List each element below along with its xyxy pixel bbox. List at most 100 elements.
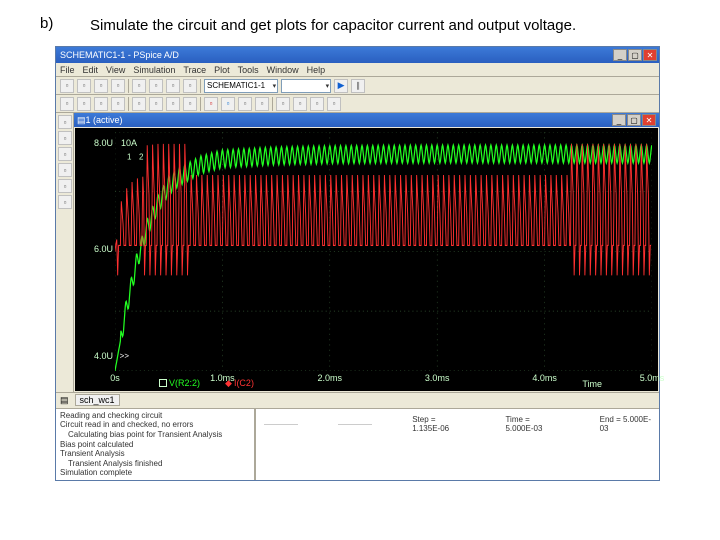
trace-legend: V(R2:2) ◆I(C2) xyxy=(159,378,254,389)
print-icon[interactable]: ▫ xyxy=(111,79,125,93)
undo-icon[interactable]: ▫ xyxy=(183,79,197,93)
grid-icon[interactable]: ▫ xyxy=(255,97,269,111)
output-log[interactable]: Reading and checking circuit Circuit rea… xyxy=(56,409,256,480)
trace-icon[interactable]: ▫ xyxy=(276,97,290,111)
menu-tools[interactable]: Tools xyxy=(238,65,259,75)
sep-icon xyxy=(200,79,201,93)
schematic-dropdown[interactable]: SCHEMATIC1-1 xyxy=(204,79,278,93)
plot-max-button[interactable]: ▢ xyxy=(627,114,641,126)
plot-titlebar: ▤ 1 (active) _ ▢ ✕ xyxy=(74,113,659,127)
red-marker-icon[interactable]: ▫ xyxy=(204,97,218,111)
plot-title: 1 (active) xyxy=(86,115,612,125)
pspice-window: SCHEMATIC1-1 - PSpice A/D _ ▢ ✕ File Edi… xyxy=(55,46,660,481)
tool-5-icon[interactable]: ▫ xyxy=(58,179,72,193)
paste-icon[interactable]: ▫ xyxy=(166,79,180,93)
pause-icon[interactable]: ∥ xyxy=(351,79,365,93)
yleft-mid: 6.0U xyxy=(94,244,113,254)
x-2: 2.0ms xyxy=(318,373,343,383)
titlebar: SCHEMATIC1-1 - PSpice A/D _ ▢ ✕ xyxy=(56,47,659,63)
plot-doc-icon: ▤ xyxy=(77,115,86,126)
legend-i: I(C2) xyxy=(234,378,254,388)
menu-file[interactable]: File xyxy=(60,65,75,75)
tab-schematic[interactable]: sch_wc1 xyxy=(75,394,120,406)
menu-help[interactable]: Help xyxy=(307,65,326,75)
run-button[interactable]: ▶ xyxy=(334,79,348,93)
sep-icon xyxy=(272,97,273,111)
window-title: SCHEMATIC1-1 - PSpice A/D xyxy=(58,50,613,60)
stat-step: Step = 1.135E-06 xyxy=(412,415,465,433)
mark-icon[interactable]: ▫ xyxy=(238,97,252,111)
yleft-top: 8.0U xyxy=(94,138,113,148)
tab-bar: ▤ sch_wc1 xyxy=(56,393,659,409)
toolbar-row-1: ▫ ▫ ▫ ▫ ▫ ▫ ▫ ▫ SCHEMATIC1-1 ▶ ∥ xyxy=(56,77,659,95)
y-axis-labels: 8.0U 10A 6.0U 4.0U >> 1 2 xyxy=(77,128,115,371)
fft-icon[interactable]: ▫ xyxy=(166,97,180,111)
toolbar-row-2: ▫ ▫ ▫ ▫ ▫ ▫ ▫ ▫ ▫ ▫ ▫ ▫ ▫ ▫ ▫ ▫ xyxy=(56,95,659,113)
log-line: Bias point calculated xyxy=(60,440,250,450)
yleft-bot: 4.0U xyxy=(94,351,113,361)
x-0: 0s xyxy=(110,373,120,383)
menu-trace[interactable]: Trace xyxy=(183,65,206,75)
blank-field-1 xyxy=(264,415,298,425)
menu-edit[interactable]: Edit xyxy=(83,65,99,75)
sep-icon xyxy=(128,97,129,111)
log-line: Simulation complete xyxy=(60,468,250,478)
menu-plot[interactable]: Plot xyxy=(214,65,230,75)
pan-icon[interactable]: ▫ xyxy=(111,97,125,111)
zoom-icon[interactable]: ▫ xyxy=(60,97,74,111)
eval-icon[interactable]: ▫ xyxy=(293,97,307,111)
x-5: 5.0ms xyxy=(640,373,665,383)
plot-area[interactable]: 8.0U 10A 6.0U 4.0U >> 1 2 0s 1.0ms 2.0ms xyxy=(75,128,658,391)
x-4: 4.0ms xyxy=(532,373,557,383)
empty-dropdown[interactable] xyxy=(281,79,331,93)
tool-4-icon[interactable]: ▫ xyxy=(58,163,72,177)
tool-1-icon[interactable]: ▫ xyxy=(58,115,72,129)
menu-simulation[interactable]: Simulation xyxy=(133,65,175,75)
legend-v: V(R2:2) xyxy=(169,378,200,388)
menubar: File Edit View Simulation Trace Plot Too… xyxy=(56,63,659,77)
label-icon[interactable]: ▫ xyxy=(327,97,341,111)
log-y-icon[interactable]: ▫ xyxy=(149,97,163,111)
plot-min-button[interactable]: _ xyxy=(612,114,626,126)
chart-svg xyxy=(115,132,652,371)
stat-time: Time = 5.000E-03 xyxy=(505,415,559,433)
tab-doc-icon: ▤ xyxy=(60,395,69,406)
log-line: Transient Analysis finished xyxy=(60,459,250,469)
plot-close-button[interactable]: ✕ xyxy=(642,114,656,126)
blue-marker-icon[interactable]: ▫ xyxy=(221,97,235,111)
perf-icon[interactable]: ▫ xyxy=(183,97,197,111)
new-icon[interactable]: ▫ xyxy=(60,79,74,93)
tool-6-icon[interactable]: ▫ xyxy=(58,195,72,209)
log-line: Calculating bias point for Transient Ana… xyxy=(60,430,250,440)
sep-icon xyxy=(200,97,201,111)
log-line: Reading and checking circuit xyxy=(60,411,250,421)
sep-icon xyxy=(128,79,129,93)
minimize-button[interactable]: _ xyxy=(613,49,627,61)
zoom-area-icon[interactable]: ▫ xyxy=(77,97,91,111)
left-toolbar: ▫ ▫ ▫ ▫ ▫ ▫ xyxy=(56,113,74,392)
x-axis-labels: 0s 1.0ms 2.0ms 3.0ms 4.0ms 5.0ms V(R2:2)… xyxy=(115,373,652,389)
save-icon[interactable]: ▫ xyxy=(94,79,108,93)
menu-view[interactable]: View xyxy=(106,65,125,75)
cut-icon[interactable]: ▫ xyxy=(132,79,146,93)
text-icon[interactable]: ▫ xyxy=(310,97,324,111)
open-icon[interactable]: ▫ xyxy=(77,79,91,93)
copy-icon[interactable]: ▫ xyxy=(149,79,163,93)
stats-panel: Step = 1.135E-06 Time = 5.000E-03 End = … xyxy=(256,409,659,480)
stat-end: End = 5.000E-03 xyxy=(600,415,651,433)
x-3: 3.0ms xyxy=(425,373,450,383)
log-x-icon[interactable]: ▫ xyxy=(132,97,146,111)
zoom-fit-icon[interactable]: ▫ xyxy=(94,97,108,111)
tool-3-icon[interactable]: ▫ xyxy=(58,147,72,161)
x-axis-title: Time xyxy=(582,379,602,389)
question-label: b) xyxy=(40,15,90,36)
log-line: Transient Analysis xyxy=(60,449,250,459)
diamond-icon: ◆ xyxy=(225,378,232,389)
tool-2-icon[interactable]: ▫ xyxy=(58,131,72,145)
maximize-button[interactable]: ▢ xyxy=(628,49,642,61)
question-text: Simulate the circuit and get plots for c… xyxy=(90,15,680,36)
menu-window[interactable]: Window xyxy=(267,65,299,75)
log-line: Circuit read in and checked, no errors xyxy=(60,420,250,430)
legend-box-icon xyxy=(159,379,167,387)
close-button[interactable]: ✕ xyxy=(643,49,657,61)
